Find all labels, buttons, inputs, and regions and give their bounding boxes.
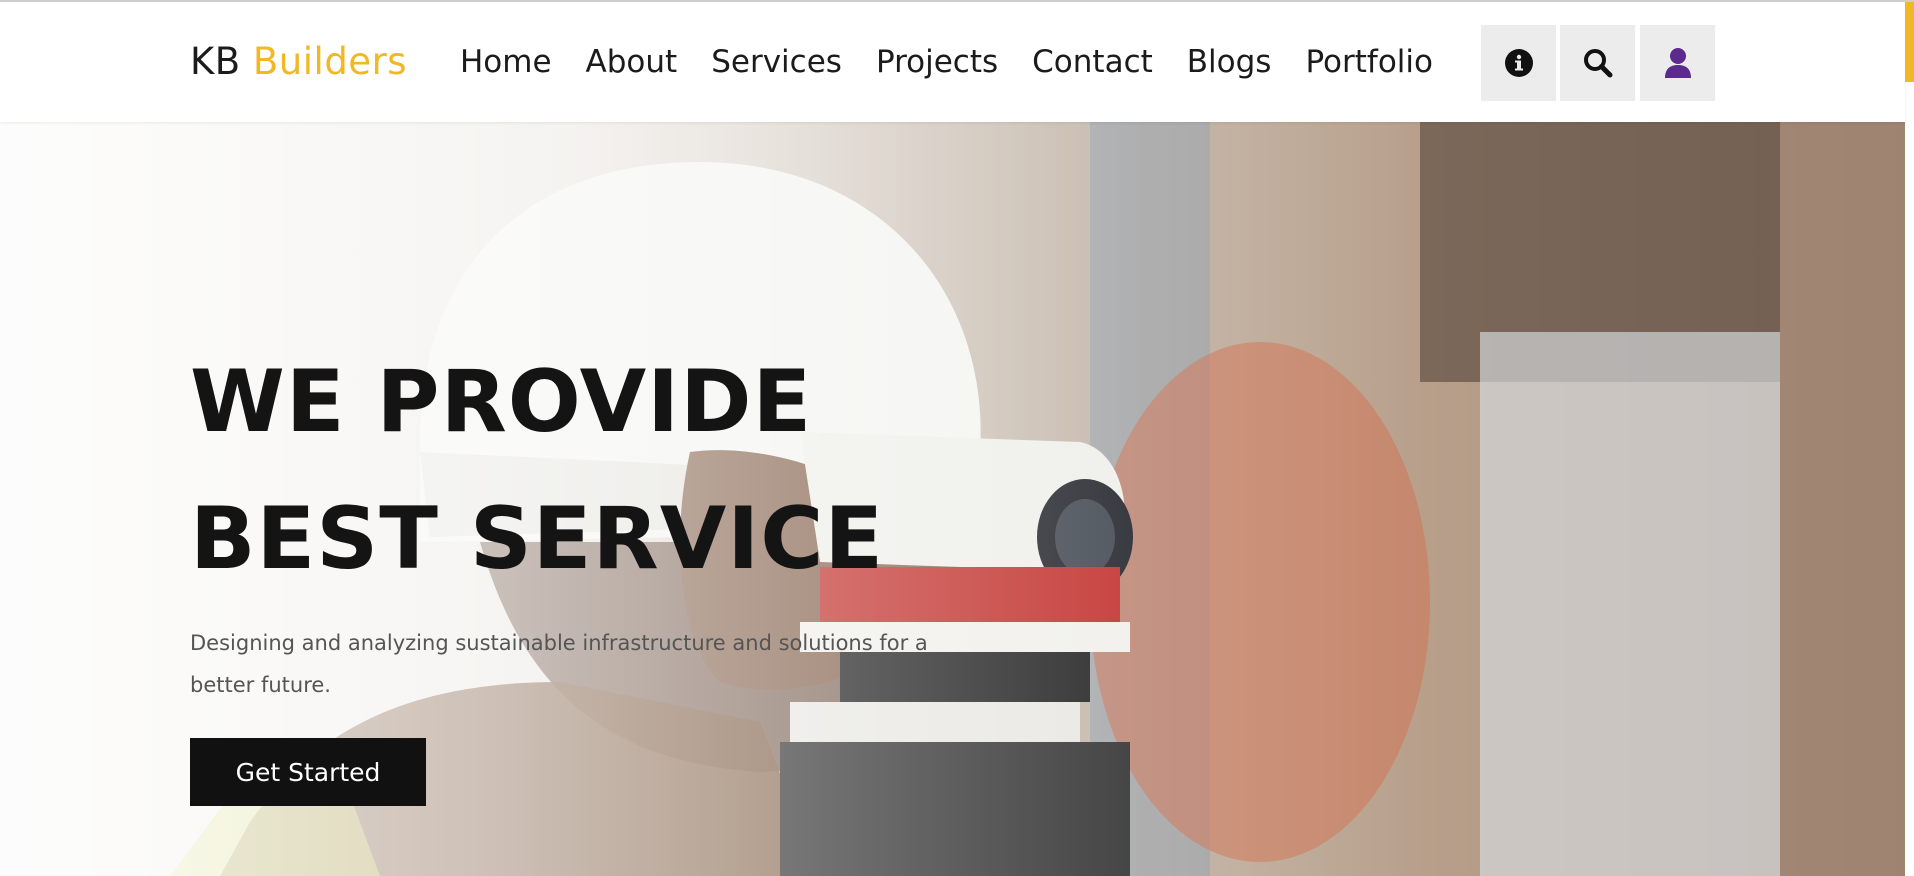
hero-title-line2: BEST SERVICE — [190, 489, 885, 589]
logo-brand: Builders — [252, 40, 408, 83]
user-button[interactable] — [1640, 25, 1715, 101]
search-button[interactable] — [1560, 25, 1635, 101]
nav-blogs[interactable]: Blogs — [1187, 40, 1272, 84]
nav-home[interactable]: Home — [460, 40, 552, 84]
get-started-button[interactable]: Get Started — [190, 738, 426, 806]
nav-services[interactable]: Services — [711, 40, 842, 84]
logo-prefix: KB — [190, 40, 241, 83]
hero-subtitle: Designing and analyzing sustainable infr… — [190, 631, 928, 697]
site-header: KB Builders Home About Services Projects… — [0, 2, 1905, 122]
site-logo[interactable]: KB Builders — [190, 40, 407, 84]
info-button[interactable] — [1481, 25, 1556, 101]
hero-section: WE PROVIDE BEST SERVICE Designing and an… — [0, 122, 1905, 876]
user-icon — [1664, 48, 1691, 78]
nav-contact[interactable]: Contact — [1032, 40, 1153, 84]
nav-portfolio[interactable]: Portfolio — [1305, 40, 1433, 84]
accent-bar — [1905, 2, 1914, 82]
info-circle-icon — [1504, 49, 1533, 77]
nav-about[interactable]: About — [586, 40, 678, 84]
main-nav: Home About Services Projects Contact Blo… — [460, 40, 1467, 84]
nav-projects[interactable]: Projects — [876, 40, 998, 84]
search-icon — [1583, 49, 1612, 78]
page-edge — [1905, 82, 1914, 876]
hero-title-line1: WE PROVIDE — [190, 352, 813, 452]
